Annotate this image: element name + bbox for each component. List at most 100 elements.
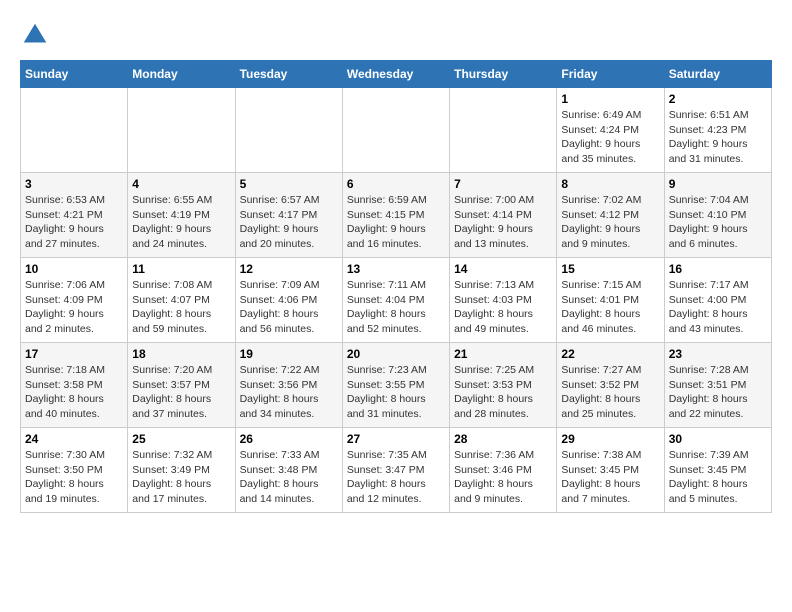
- day-info: Sunrise: 6:53 AM Sunset: 4:21 PM Dayligh…: [25, 193, 123, 252]
- day-number: 15: [561, 262, 659, 276]
- day-info: Sunrise: 7:35 AM Sunset: 3:47 PM Dayligh…: [347, 448, 445, 507]
- calendar-cell: 26 Sunrise: 7:33 AM Sunset: 3:48 PM Dayli…: [235, 428, 342, 513]
- day-info: Sunrise: 7:00 AM Sunset: 4:14 PM Dayligh…: [454, 193, 552, 252]
- calendar-cell: 6 Sunrise: 6:59 AM Sunset: 4:15 PM Daylig…: [342, 173, 449, 258]
- day-number: 10: [25, 262, 123, 276]
- day-number: 9: [669, 177, 767, 191]
- day-number: 8: [561, 177, 659, 191]
- day-number: 24: [25, 432, 123, 446]
- logo-icon: [20, 20, 50, 50]
- calendar-cell: [450, 88, 557, 173]
- day-number: 30: [669, 432, 767, 446]
- calendar-cell: 12 Sunrise: 7:09 AM Sunset: 4:06 PM Dayli…: [235, 258, 342, 343]
- calendar-cell: 5 Sunrise: 6:57 AM Sunset: 4:17 PM Daylig…: [235, 173, 342, 258]
- day-of-week-header: Wednesday: [342, 61, 449, 88]
- day-number: 14: [454, 262, 552, 276]
- day-info: Sunrise: 7:30 AM Sunset: 3:50 PM Dayligh…: [25, 448, 123, 507]
- calendar-cell: 7 Sunrise: 7:00 AM Sunset: 4:14 PM Daylig…: [450, 173, 557, 258]
- calendar-week-row: 1Sunrise: 6:49 AM Sunset: 4:24 PM Daylig…: [21, 88, 772, 173]
- calendar-cell: 15 Sunrise: 7:15 AM Sunset: 4:01 PM Dayli…: [557, 258, 664, 343]
- day-number: 12: [240, 262, 338, 276]
- day-number: 23: [669, 347, 767, 361]
- day-number: 25: [132, 432, 230, 446]
- day-number: 13: [347, 262, 445, 276]
- calendar-cell: 28Sunrise: 7:36 AM Sunset: 3:46 PM Dayli…: [450, 428, 557, 513]
- calendar-cell: [128, 88, 235, 173]
- page-header: [20, 20, 772, 50]
- calendar-cell: 4 Sunrise: 6:55 AM Sunset: 4:19 PM Daylig…: [128, 173, 235, 258]
- calendar-cell: 18 Sunrise: 7:20 AM Sunset: 3:57 PM Dayli…: [128, 343, 235, 428]
- calendar-week-row: 3 Sunrise: 6:53 AM Sunset: 4:21 PM Daylig…: [21, 173, 772, 258]
- calendar-cell: 14Sunrise: 7:13 AM Sunset: 4:03 PM Dayli…: [450, 258, 557, 343]
- day-info: Sunrise: 6:57 AM Sunset: 4:17 PM Dayligh…: [240, 193, 338, 252]
- day-of-week-header: Friday: [557, 61, 664, 88]
- day-info: Sunrise: 7:17 AM Sunset: 4:00 PM Dayligh…: [669, 278, 767, 337]
- calendar-cell: 10 Sunrise: 7:06 AM Sunset: 4:09 PM Dayli…: [21, 258, 128, 343]
- day-number: 5: [240, 177, 338, 191]
- day-info: Sunrise: 7:33 AM Sunset: 3:48 PM Dayligh…: [240, 448, 338, 507]
- day-number: 16: [669, 262, 767, 276]
- calendar-cell: 23 Sunrise: 7:28 AM Sunset: 3:51 PM Dayli…: [664, 343, 771, 428]
- day-number: 18: [132, 347, 230, 361]
- calendar-week-row: 10 Sunrise: 7:06 AM Sunset: 4:09 PM Dayli…: [21, 258, 772, 343]
- calendar-cell: 11 Sunrise: 7:08 AM Sunset: 4:07 PM Dayli…: [128, 258, 235, 343]
- calendar-cell: 25 Sunrise: 7:32 AM Sunset: 3:49 PM Dayli…: [128, 428, 235, 513]
- day-info: Sunrise: 7:06 AM Sunset: 4:09 PM Dayligh…: [25, 278, 123, 337]
- calendar-cell: 16 Sunrise: 7:17 AM Sunset: 4:00 PM Dayli…: [664, 258, 771, 343]
- day-info: Sunrise: 7:25 AM Sunset: 3:53 PM Dayligh…: [454, 363, 552, 422]
- day-info: Sunrise: 7:15 AM Sunset: 4:01 PM Dayligh…: [561, 278, 659, 337]
- day-info: Sunrise: 7:09 AM Sunset: 4:06 PM Dayligh…: [240, 278, 338, 337]
- day-number: 20: [347, 347, 445, 361]
- day-number: 7: [454, 177, 552, 191]
- calendar-cell: 13 Sunrise: 7:11 AM Sunset: 4:04 PM Dayli…: [342, 258, 449, 343]
- day-number: 28: [454, 432, 552, 446]
- calendar-cell: [21, 88, 128, 173]
- calendar-cell: 17 Sunrise: 7:18 AM Sunset: 3:58 PM Dayli…: [21, 343, 128, 428]
- day-info: Sunrise: 6:51 AM Sunset: 4:23 PM Dayligh…: [669, 108, 767, 167]
- day-number: 6: [347, 177, 445, 191]
- day-info: Sunrise: 7:04 AM Sunset: 4:10 PM Dayligh…: [669, 193, 767, 252]
- day-number: 19: [240, 347, 338, 361]
- day-info: Sunrise: 6:55 AM Sunset: 4:19 PM Dayligh…: [132, 193, 230, 252]
- calendar-cell: 20 Sunrise: 7:23 AM Sunset: 3:55 PM Dayli…: [342, 343, 449, 428]
- calendar-cell: 8 Sunrise: 7:02 AM Sunset: 4:12 PM Daylig…: [557, 173, 664, 258]
- day-info: Sunrise: 6:59 AM Sunset: 4:15 PM Dayligh…: [347, 193, 445, 252]
- calendar-cell: 2 Sunrise: 6:51 AM Sunset: 4:23 PM Daylig…: [664, 88, 771, 173]
- calendar-cell: 29Sunrise: 7:38 AM Sunset: 3:45 PM Dayli…: [557, 428, 664, 513]
- day-of-week-header: Thursday: [450, 61, 557, 88]
- calendar-week-row: 17 Sunrise: 7:18 AM Sunset: 3:58 PM Dayli…: [21, 343, 772, 428]
- calendar-week-row: 24 Sunrise: 7:30 AM Sunset: 3:50 PM Dayli…: [21, 428, 772, 513]
- day-of-week-header: Saturday: [664, 61, 771, 88]
- day-info: Sunrise: 7:18 AM Sunset: 3:58 PM Dayligh…: [25, 363, 123, 422]
- day-number: 3: [25, 177, 123, 191]
- day-number: 26: [240, 432, 338, 446]
- day-info: Sunrise: 7:20 AM Sunset: 3:57 PM Dayligh…: [132, 363, 230, 422]
- day-number: 11: [132, 262, 230, 276]
- day-info: Sunrise: 7:32 AM Sunset: 3:49 PM Dayligh…: [132, 448, 230, 507]
- logo: [20, 20, 54, 50]
- calendar-cell: 1Sunrise: 6:49 AM Sunset: 4:24 PM Daylig…: [557, 88, 664, 173]
- day-info: Sunrise: 7:08 AM Sunset: 4:07 PM Dayligh…: [132, 278, 230, 337]
- day-number: 17: [25, 347, 123, 361]
- day-of-week-header: Monday: [128, 61, 235, 88]
- calendar-cell: 9 Sunrise: 7:04 AM Sunset: 4:10 PM Daylig…: [664, 173, 771, 258]
- day-info: Sunrise: 7:23 AM Sunset: 3:55 PM Dayligh…: [347, 363, 445, 422]
- day-number: 4: [132, 177, 230, 191]
- day-info: Sunrise: 7:38 AM Sunset: 3:45 PM Dayligh…: [561, 448, 659, 507]
- day-info: Sunrise: 7:02 AM Sunset: 4:12 PM Dayligh…: [561, 193, 659, 252]
- calendar-cell: 3 Sunrise: 6:53 AM Sunset: 4:21 PM Daylig…: [21, 173, 128, 258]
- calendar: SundayMondayTuesdayWednesdayThursdayFrid…: [20, 60, 772, 513]
- calendar-header-row: SundayMondayTuesdayWednesdayThursdayFrid…: [21, 61, 772, 88]
- day-info: Sunrise: 7:39 AM Sunset: 3:45 PM Dayligh…: [669, 448, 767, 507]
- day-number: 27: [347, 432, 445, 446]
- day-info: Sunrise: 6:49 AM Sunset: 4:24 PM Dayligh…: [561, 108, 659, 167]
- day-info: Sunrise: 7:22 AM Sunset: 3:56 PM Dayligh…: [240, 363, 338, 422]
- calendar-cell: 21Sunrise: 7:25 AM Sunset: 3:53 PM Dayli…: [450, 343, 557, 428]
- day-info: Sunrise: 7:27 AM Sunset: 3:52 PM Dayligh…: [561, 363, 659, 422]
- day-of-week-header: Tuesday: [235, 61, 342, 88]
- day-info: Sunrise: 7:11 AM Sunset: 4:04 PM Dayligh…: [347, 278, 445, 337]
- day-info: Sunrise: 7:28 AM Sunset: 3:51 PM Dayligh…: [669, 363, 767, 422]
- day-number: 2: [669, 92, 767, 106]
- calendar-cell: 27 Sunrise: 7:35 AM Sunset: 3:47 PM Dayli…: [342, 428, 449, 513]
- calendar-cell: [342, 88, 449, 173]
